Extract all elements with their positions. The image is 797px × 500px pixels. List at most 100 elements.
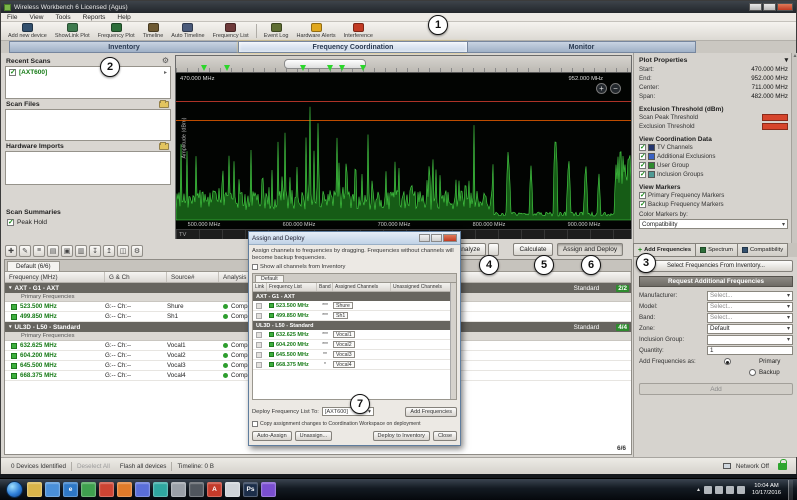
- link-icon[interactable]: [256, 361, 262, 368]
- inclusion-group-select[interactable]: ▾: [707, 334, 793, 345]
- export-icon[interactable]: ↥: [103, 244, 115, 257]
- maximize-button[interactable]: [763, 3, 776, 11]
- assigned-channel-chip[interactable]: Vocal3: [333, 351, 355, 359]
- dialog-default-tab[interactable]: Default: [255, 275, 284, 283]
- show-desktop-button[interactable]: [788, 479, 793, 500]
- tab-monitor[interactable]: Monitor: [467, 41, 696, 53]
- deselect-all-button[interactable]: Deselect All: [72, 463, 115, 470]
- settings-icon[interactable]: ⚙: [131, 244, 143, 257]
- backup-markers-toggle[interactable]: ✓ Backup Frequency Markers: [639, 200, 788, 209]
- scrollbar[interactable]: ▲: [791, 53, 797, 243]
- timeline-button[interactable]: Timeline: [139, 22, 168, 40]
- assigned-channel-chip[interactable]: Sh1: [333, 312, 349, 320]
- frequency-list-tab[interactable]: Default (6/6): [7, 261, 60, 271]
- dialog-maximize-button[interactable]: [431, 234, 442, 242]
- tray-icon[interactable]: [714, 485, 723, 494]
- backup-radio[interactable]: [749, 369, 756, 376]
- checkbox-icon[interactable]: ✓: [639, 201, 646, 208]
- dialog-group-header[interactable]: AXT - G1 - AXT: [253, 292, 456, 302]
- flash-all-devices-button[interactable]: Flash all devices: [115, 463, 172, 470]
- dialog-add-frequencies-button[interactable]: Add Frequencies: [405, 406, 457, 417]
- peak-hold-toggle[interactable]: ✓ Peak Hold: [4, 217, 172, 228]
- additional-exclusions-toggle[interactable]: ✓ Additional Exclusions: [639, 152, 788, 161]
- checkbox-icon[interactable]: ✓: [7, 219, 14, 226]
- link-icon[interactable]: [256, 302, 262, 309]
- scrollbar[interactable]: [450, 283, 456, 400]
- scan-peak-threshold-field[interactable]: [762, 114, 788, 121]
- tab-compatibility[interactable]: Compatibility: [736, 243, 789, 257]
- media-player-icon[interactable]: [45, 482, 60, 497]
- close-button[interactable]: [777, 3, 793, 11]
- firefox-icon[interactable]: [117, 482, 132, 497]
- color-markers-by-select[interactable]: Compatibility ▾: [639, 219, 788, 229]
- zoom-range-slider[interactable]: [284, 59, 366, 69]
- dialog-close-icon[interactable]: [443, 234, 457, 242]
- import-icon[interactable]: ↧: [89, 244, 101, 257]
- add-button[interactable]: Add: [639, 383, 793, 395]
- dialog-minimize-button[interactable]: [419, 234, 430, 242]
- exclusion-threshold-field[interactable]: [762, 123, 788, 130]
- dialog-table-row[interactable]: 668.375 MHz * Vocal4: [253, 360, 456, 371]
- dialog-table-row[interactable]: 645.500 MHz ** Vocal3: [253, 350, 456, 361]
- list-icon[interactable]: ≡: [33, 244, 45, 257]
- plot-ruler[interactable]: [176, 56, 631, 73]
- tab-inventory[interactable]: Inventory: [9, 41, 238, 53]
- frequency-marker-icon[interactable]: [327, 65, 333, 71]
- taskbar-clock[interactable]: 10:04 AM 10/17/2016: [748, 483, 785, 497]
- assigned-channel-chip[interactable]: Vocal2: [333, 341, 355, 349]
- frequency-list-button[interactable]: Frequency List: [209, 22, 253, 40]
- user-group-toggle[interactable]: ✓ User Group: [639, 161, 788, 170]
- showlink-plot-button[interactable]: ShowLink Plot: [51, 22, 94, 40]
- tab-spectrum[interactable]: Spectrum: [695, 243, 737, 257]
- zoom-in-button[interactable]: +: [596, 83, 607, 94]
- frequency-plot-button[interactable]: Frequency Plot: [94, 22, 139, 40]
- column-source[interactable]: Source#: [167, 272, 219, 282]
- column-frequency[interactable]: Frequency (MHz): [5, 272, 105, 282]
- primary-markers-toggle[interactable]: ✓ Primary Frequency Markers: [639, 191, 788, 200]
- chrome-icon[interactable]: [99, 482, 114, 497]
- tv-channels-toggle[interactable]: ✓ TV Channels: [639, 143, 788, 152]
- internet-explorer-icon[interactable]: e: [63, 482, 78, 497]
- auto-assign-button[interactable]: Auto-Assign: [252, 431, 292, 442]
- dialog-table-row[interactable]: 632.625 MHz *** Vocal1: [253, 330, 456, 341]
- frequency-marker-icon[interactable]: [300, 65, 306, 71]
- save-all-icon[interactable]: ▥: [75, 244, 87, 257]
- assigned-channel-chip[interactable]: Shure: [333, 302, 353, 310]
- duplicate-icon[interactable]: ◫: [117, 244, 129, 257]
- layout-icon[interactable]: ▤: [47, 244, 59, 257]
- interference-button[interactable]: Interference: [340, 22, 377, 40]
- save-icon[interactable]: ▣: [61, 244, 73, 257]
- unassign-button[interactable]: Unassign...: [294, 431, 333, 442]
- checkbox-icon[interactable]: ✓: [639, 153, 646, 160]
- dialog-table-row[interactable]: 523.500 MHz *** Shure: [253, 301, 456, 312]
- folder-icon[interactable]: [159, 100, 169, 108]
- dialog-group-header[interactable]: UL3D - L50 - Standard: [253, 321, 456, 331]
- band-select[interactable]: Select... ▾: [707, 312, 793, 323]
- assigned-channel-chip[interactable]: Vocal4: [333, 361, 355, 369]
- menu-view[interactable]: View: [23, 14, 49, 21]
- menu-help[interactable]: Help: [111, 14, 136, 21]
- edit-icon[interactable]: ✎: [19, 244, 31, 257]
- tray-icon[interactable]: [725, 485, 734, 494]
- checkbox-icon[interactable]: [252, 421, 258, 428]
- zoom-out-button[interactable]: −: [610, 83, 621, 94]
- tray-expand-icon[interactable]: ▲: [696, 487, 701, 493]
- select-frequencies-from-inventory-button[interactable]: Select Frequencies From Inventory...: [639, 260, 793, 272]
- minimize-button[interactable]: [749, 3, 762, 11]
- acrobat-icon[interactable]: A: [207, 482, 222, 497]
- recent-scan-item[interactable]: ✓ [AXT600] ▸: [6, 67, 170, 78]
- frequency-marker-icon[interactable]: [201, 65, 207, 71]
- show-all-channels-checkbox[interactable]: Show all channels from Inventory: [252, 263, 457, 271]
- manufacturer-select[interactable]: Select... ▾: [707, 290, 793, 301]
- link-icon[interactable]: [256, 331, 262, 338]
- frequency-marker-icon[interactable]: [224, 65, 230, 71]
- checkbox-icon[interactable]: ✓: [639, 171, 646, 178]
- calculate-button[interactable]: Calculate: [513, 243, 553, 256]
- app-icon-purple[interactable]: [261, 482, 276, 497]
- dialog-title-bar[interactable]: Assign and Deploy: [249, 232, 460, 245]
- checkbox-icon[interactable]: [252, 264, 258, 271]
- windows-explorer-icon[interactable]: [27, 482, 42, 497]
- dialog-close-button[interactable]: Close: [432, 431, 457, 442]
- checkbox-icon[interactable]: ✓: [639, 162, 646, 169]
- dialog-table-row[interactable]: 499.850 MHz *** Sh1: [253, 311, 456, 322]
